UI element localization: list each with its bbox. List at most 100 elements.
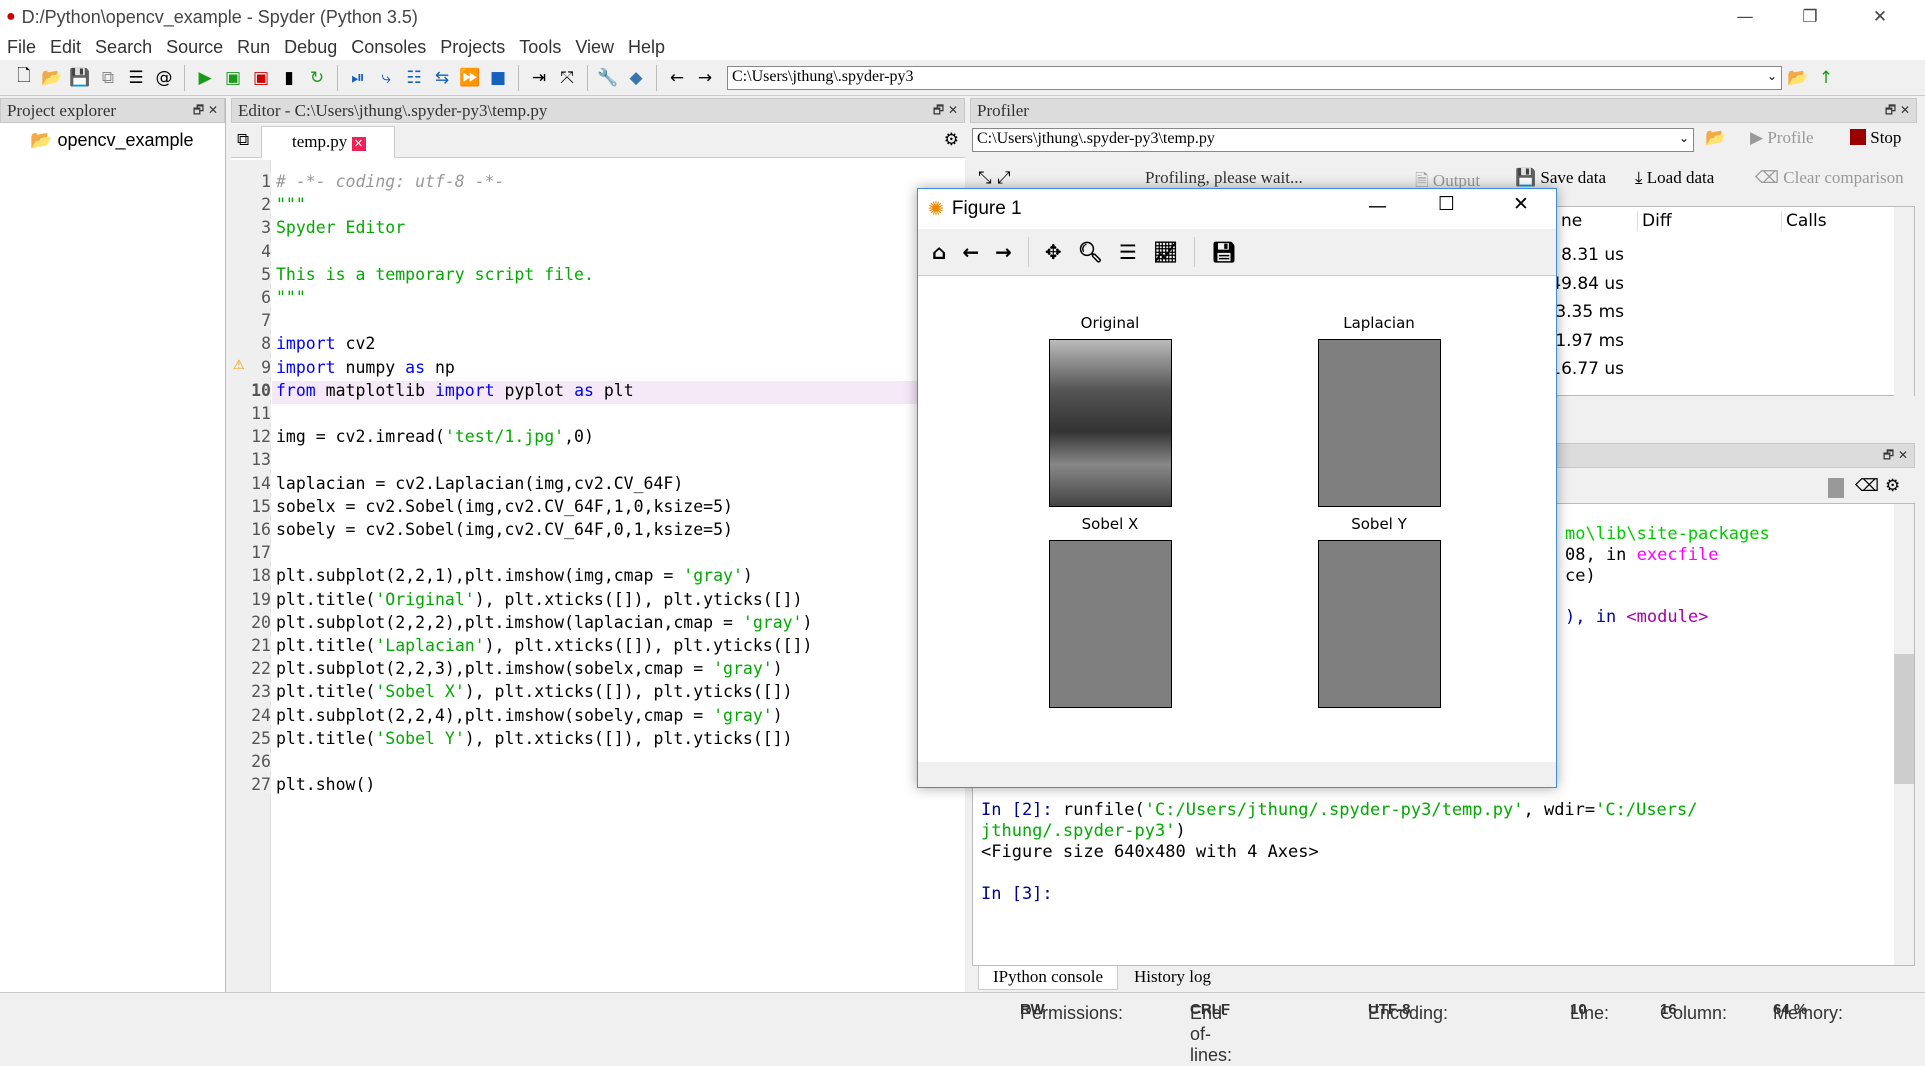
menu-file[interactable]: File — [0, 37, 43, 58]
stop-button[interactable]: Stop — [1850, 128, 1901, 148]
console-text: jthung/.spyder-py3') — [981, 821, 1186, 841]
list-icon[interactable]: ☰ — [124, 66, 148, 90]
pan-icon[interactable]: ✥ — [1045, 240, 1062, 264]
minimize-button[interactable]: — — [1715, 0, 1775, 34]
code-line: plt.title('Sobel Y'), plt.xticks([]), pl… — [276, 728, 793, 748]
continue-icon[interactable]: ⏩ — [458, 66, 482, 90]
line-number: 12 — [231, 427, 271, 447]
column-header-time[interactable]: ne — [1561, 211, 1582, 231]
eraser-icon[interactable]: ⌫ — [1855, 476, 1879, 496]
tab-ipython-console[interactable]: IPython console — [978, 966, 1118, 990]
configure-subplots-icon[interactable]: ☰ — [1119, 240, 1137, 264]
tab-history-log[interactable]: History log — [1130, 966, 1211, 987]
zoom-icon[interactable]: 🔍︎ — [1078, 240, 1103, 264]
restore-button[interactable]: ❐ — [1780, 0, 1840, 34]
step-icon[interactable]: ⤷ — [374, 66, 398, 90]
minimize-button[interactable]: — — [1368, 195, 1387, 217]
chevron-down-icon[interactable]: ⌄ — [1767, 69, 1777, 83]
profiler-file-input[interactable]: C:\Users\jthung\.spyder-py3\temp.py ⌄ — [972, 128, 1694, 152]
save-icon[interactable]: 💾 — [68, 66, 92, 90]
profiler-scrollbar[interactable] — [1894, 207, 1914, 397]
menu-source[interactable]: Source — [159, 37, 230, 58]
maximize-button[interactable]: ☐ — [1438, 193, 1455, 215]
back-icon[interactable]: ← — [665, 66, 689, 90]
run-cell-advance-icon[interactable]: ▣ — [249, 66, 273, 90]
save-all-icon[interactable]: ⧉ — [96, 66, 120, 90]
save-figure-icon[interactable]: 💾︎ — [1211, 240, 1236, 264]
chevron-down-icon[interactable]: ⌄ — [1679, 131, 1689, 145]
gear-icon[interactable]: ⚙ — [1885, 476, 1900, 496]
project-item[interactable]: 📂 opencv_example — [30, 130, 194, 151]
stop-icon — [1850, 129, 1866, 145]
menu-debug[interactable]: Debug — [277, 37, 344, 58]
clear-comparison-button[interactable]: ⌫ Clear comparison — [1755, 168, 1904, 188]
python-path-icon[interactable]: ◆ — [624, 66, 648, 90]
profile-button[interactable]: ▶ Profile — [1750, 128, 1814, 148]
new-file-icon[interactable]: 🗋 — [12, 66, 36, 90]
browse-folder-icon[interactable]: 📂 — [1786, 66, 1810, 90]
undock-icon[interactable]: 🗗 ✕ — [933, 101, 958, 122]
load-data-label: Load data — [1646, 168, 1715, 187]
axes-sobel-x-image[interactable] — [1049, 540, 1172, 708]
menu-run[interactable]: Run — [230, 37, 277, 58]
column-header-diff[interactable]: Diff — [1637, 211, 1672, 231]
at-icon[interactable]: @ — [152, 66, 176, 90]
line-number: 21 — [231, 636, 271, 655]
stop-debug-icon[interactable]: ■ — [486, 66, 510, 90]
menu-edit[interactable]: Edit — [43, 37, 88, 58]
run-icon[interactable]: ▶ — [193, 66, 217, 90]
code-editor[interactable]: 1 # -*- coding: utf-8 -*- 2 """ 3 Spyder Edit… — [231, 160, 965, 992]
axes-laplacian-image[interactable] — [1318, 339, 1441, 507]
step-return-icon[interactable]: ⇆ — [430, 66, 454, 90]
editor-pane: Editor - C:\Users\jthung\.spyder-py3\tem… — [231, 98, 965, 992]
forward-icon[interactable]: → — [693, 66, 717, 90]
menu-view[interactable]: View — [568, 37, 621, 58]
console-scrollbar[interactable] — [1894, 504, 1914, 965]
gear-icon[interactable]: ⚙ — [944, 130, 959, 150]
working-directory-input[interactable]: C:\Users\jthung\.spyder-py3 ⌄ — [727, 65, 1782, 90]
status-label: Line: — [1570, 1003, 1610, 1023]
warning-icon[interactable]: ⚠ — [233, 358, 245, 373]
undock-icon[interactable]: 🗗 ✕ — [1883, 446, 1908, 467]
undock-icon[interactable]: 🗗 ✕ — [193, 101, 218, 122]
save-data-button[interactable]: 💾 Save data — [1515, 168, 1606, 188]
menu-help[interactable]: Help — [621, 37, 672, 58]
tab-temp-py[interactable]: temp.py ✕ — [261, 126, 395, 158]
back-icon[interactable]: ← — [962, 240, 979, 264]
undock-icon[interactable]: 🗗 ✕ — [1885, 101, 1910, 122]
column-header-calls[interactable]: Calls — [1781, 211, 1827, 231]
forward-icon[interactable]: → — [995, 240, 1012, 264]
close-button[interactable]: ✕ — [1850, 0, 1910, 34]
menu-search[interactable]: Search — [88, 37, 159, 58]
load-data-button[interactable]: ⤓ Load data — [1635, 168, 1714, 188]
step-into-icon[interactable]: ☷ — [402, 66, 426, 90]
menu-projects[interactable]: Projects — [433, 37, 512, 58]
close-tab-icon[interactable]: ✕ — [351, 137, 366, 151]
prompt: In [2]: — [981, 800, 1063, 820]
menu-tools[interactable]: Tools — [512, 37, 568, 58]
line-number: 5 — [231, 264, 271, 284]
wrench-icon[interactable]: 🔧 — [596, 66, 620, 90]
fullscreen-icon[interactable]: ⤧ — [555, 66, 579, 90]
menu-consoles[interactable]: Consoles — [344, 37, 433, 58]
line-number: 27 — [231, 775, 271, 795]
open-file-icon[interactable]: 📂 — [40, 66, 64, 90]
run-selection-icon[interactable]: ▮ — [277, 66, 301, 90]
maximize-pane-icon[interactable]: ⇥ — [527, 66, 551, 90]
edit-axes-icon[interactable]: 📈︎ — [1153, 240, 1178, 264]
collapse-icon[interactable]: ⤡ ⤢ — [978, 168, 1011, 188]
interrupt-kernel-icon[interactable] — [1828, 478, 1844, 498]
close-button[interactable]: ✕ — [1513, 193, 1529, 215]
code-line: plt.subplot(2,2,3),plt.imshow(sobelx,cma… — [276, 659, 783, 679]
home-icon[interactable]: ⌂ — [932, 240, 946, 264]
browse-folder-icon[interactable]: 📂 — [1705, 128, 1726, 148]
debug-icon[interactable]: ⏯ — [346, 66, 370, 90]
memory-status: Memory: 64 % — [1773, 998, 1843, 1023]
parent-dir-icon[interactable]: ↑ — [1814, 66, 1838, 90]
rerun-icon[interactable]: ↻ — [305, 66, 329, 90]
profiler-time-cell: 8.31 us — [1561, 245, 1624, 265]
axes-sobel-y-image[interactable] — [1318, 540, 1441, 708]
browse-tabs-icon[interactable]: ⧉ — [237, 130, 249, 150]
run-cell-icon[interactable]: ▣ — [221, 66, 245, 90]
axes-original-image[interactable] — [1049, 339, 1172, 507]
